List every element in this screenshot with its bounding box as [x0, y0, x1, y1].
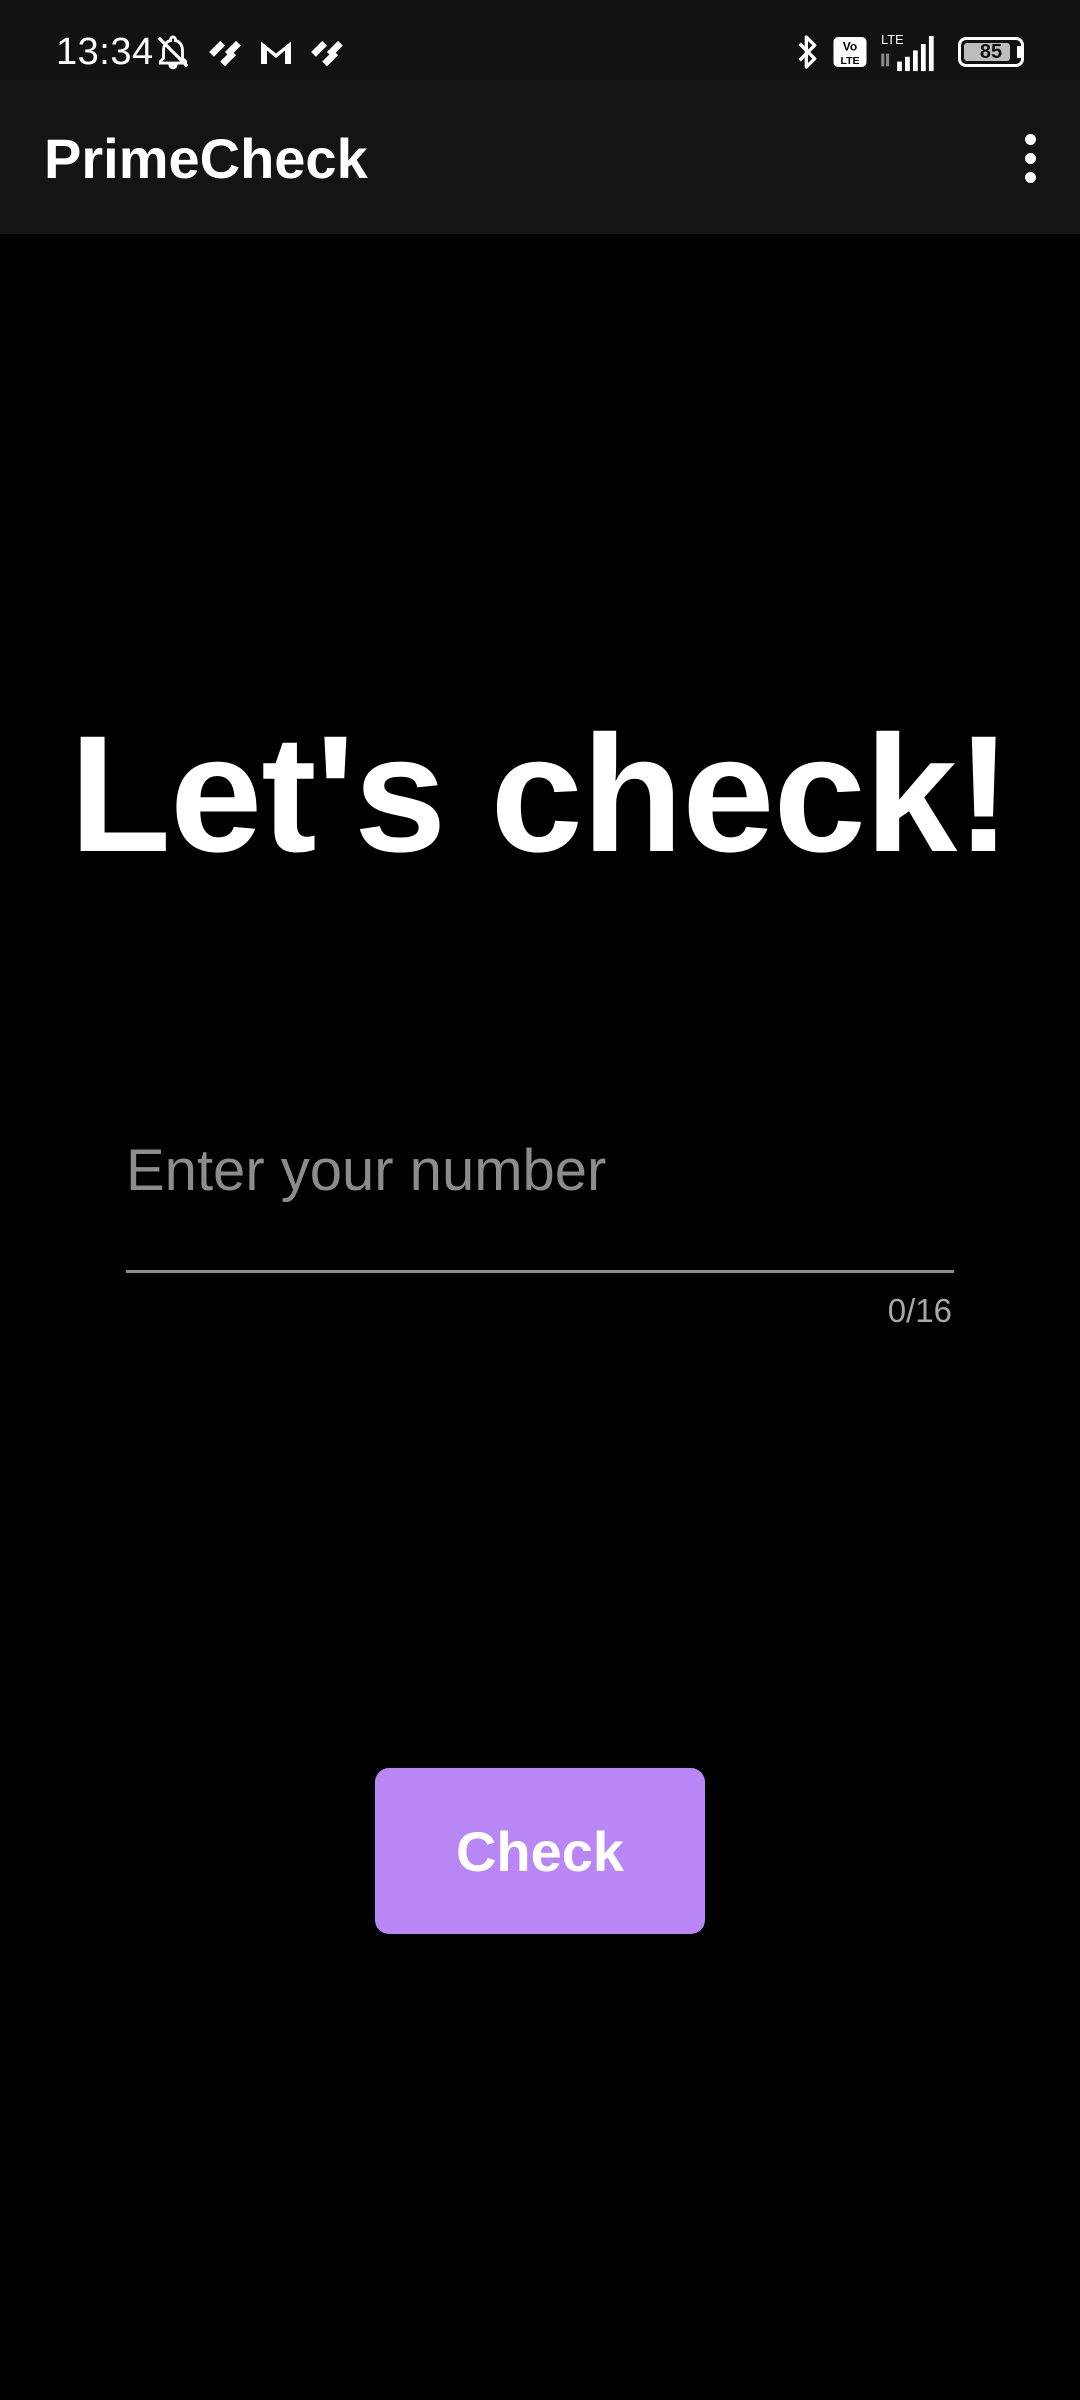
- menu-dot: [1024, 133, 1036, 145]
- bluetooth-icon: [798, 35, 817, 69]
- number-input[interactable]: [126, 1120, 954, 1220]
- status-system-icons: Vo LTE LTE 85: [794, 28, 1024, 76]
- more-vert-icon[interactable]: [998, 120, 1062, 196]
- app-title: PrimeCheck: [44, 127, 368, 190]
- status-bar: 13:34 Vo LTE LTE 85: [0, 0, 1080, 80]
- battery-icon: 85: [958, 37, 1024, 67]
- network-type-label: LTE: [881, 32, 903, 47]
- battery-level: 85: [979, 41, 1003, 63]
- signal-icon: LTE: [881, 32, 934, 72]
- gmail-icon: [261, 41, 291, 64]
- check-button[interactable]: Check: [375, 1768, 705, 1934]
- menu-dot: [1024, 171, 1036, 183]
- character-counter: 0/16: [887, 1292, 952, 1329]
- status-notification-icons: [154, 30, 346, 74]
- status-time: 13:34: [56, 31, 154, 73]
- volte-icon: Vo LTE: [833, 37, 867, 67]
- bell-off-icon: [157, 35, 189, 70]
- input-underline: [126, 1270, 954, 1273]
- svg-text:LTE: LTE: [840, 55, 859, 67]
- battery-body: 85: [958, 37, 1024, 67]
- number-input-field: [126, 1120, 954, 1273]
- app-notification-icon-2: [311, 40, 343, 67]
- page-headline: Let's check!: [69, 702, 1012, 887]
- menu-dot: [1024, 152, 1036, 164]
- svg-text:Vo: Vo: [843, 40, 857, 54]
- app-bar: PrimeCheck: [0, 80, 1080, 234]
- app-notification-icon: [209, 40, 241, 67]
